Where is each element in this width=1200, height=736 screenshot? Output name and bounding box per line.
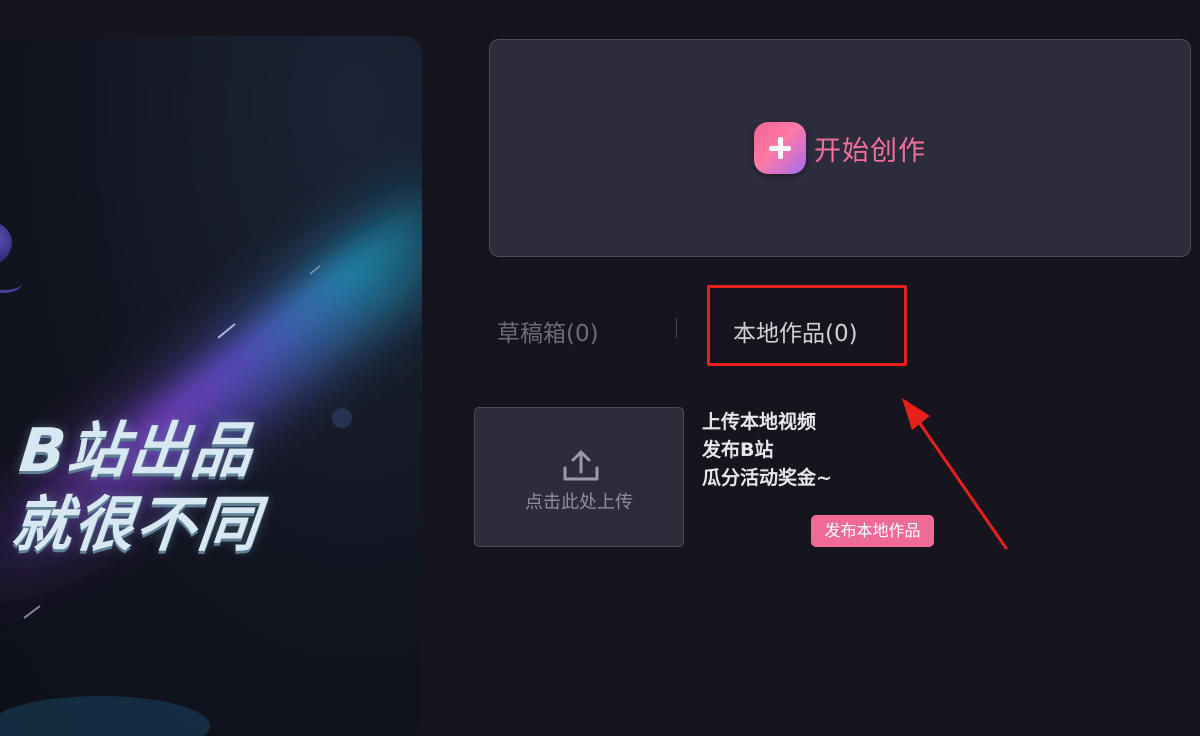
promo-line-3: 瓜分活动奖金~ [702,467,832,489]
slogan-line-2: 就很不同 [8,490,264,560]
tab-drafts[interactable]: 草稿箱(0) [497,314,599,348]
annotation-arrow-icon [902,398,1008,550]
galaxy-background [0,178,422,736]
promo-banner: B站出品 就很不同 [0,36,422,736]
upload-icon [563,450,599,481]
moon-dot [332,408,352,428]
slogan-line-1: B站出品 [16,416,258,486]
upload-label: 点击此处上传 [525,492,633,513]
plus-icon [754,122,806,174]
start-create-button[interactable]: 开始创作 [489,39,1191,257]
tab-divider [676,318,677,338]
banner-slogan: B站出品 就很不同 [8,414,324,562]
promo-text: 上传本地视频 发布B站 瓜分活动奖金~ [702,408,832,492]
promo-line-1: 上传本地视频 [702,411,817,433]
start-create-content: 开始创作 [754,122,926,174]
annotation-highlight-box [707,285,907,366]
start-create-label: 开始创作 [814,135,926,167]
upload-button[interactable]: 点击此处上传 [474,407,684,547]
promo-line-2: 发布B站 [702,439,774,461]
